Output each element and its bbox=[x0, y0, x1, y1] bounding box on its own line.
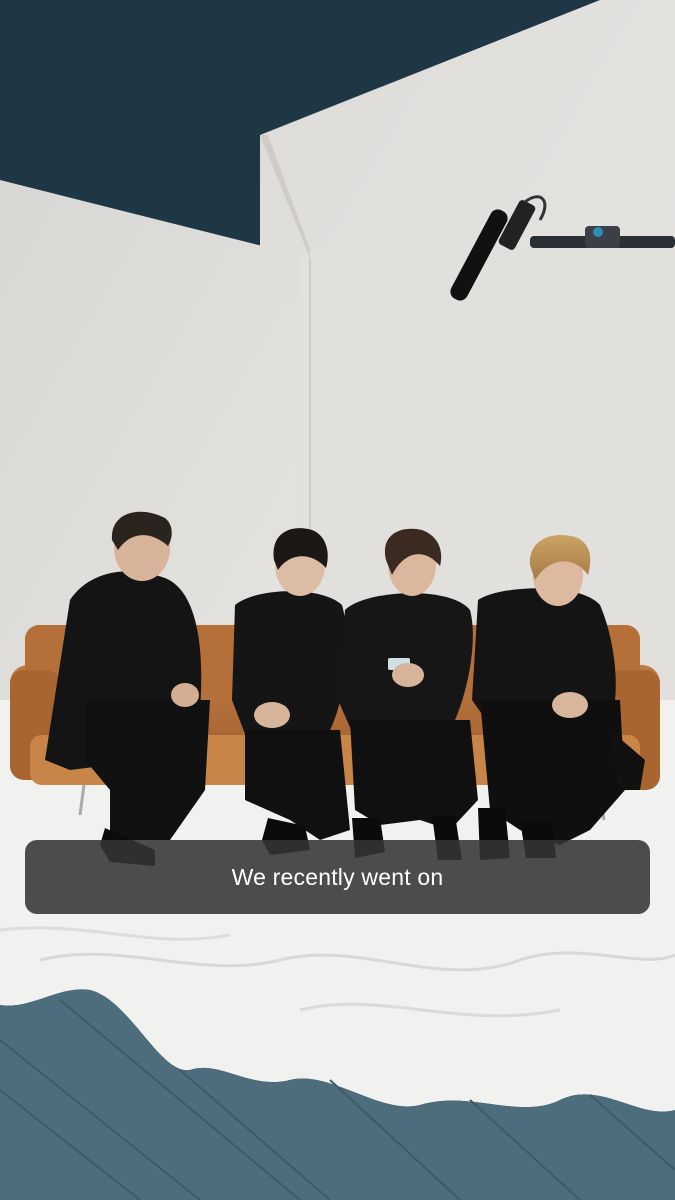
caption-bar: We recently went on bbox=[25, 840, 650, 914]
video-frame: We recently went on bbox=[0, 0, 675, 1200]
studio-scene bbox=[0, 0, 675, 1200]
caption-text: We recently went on bbox=[231, 863, 444, 890]
